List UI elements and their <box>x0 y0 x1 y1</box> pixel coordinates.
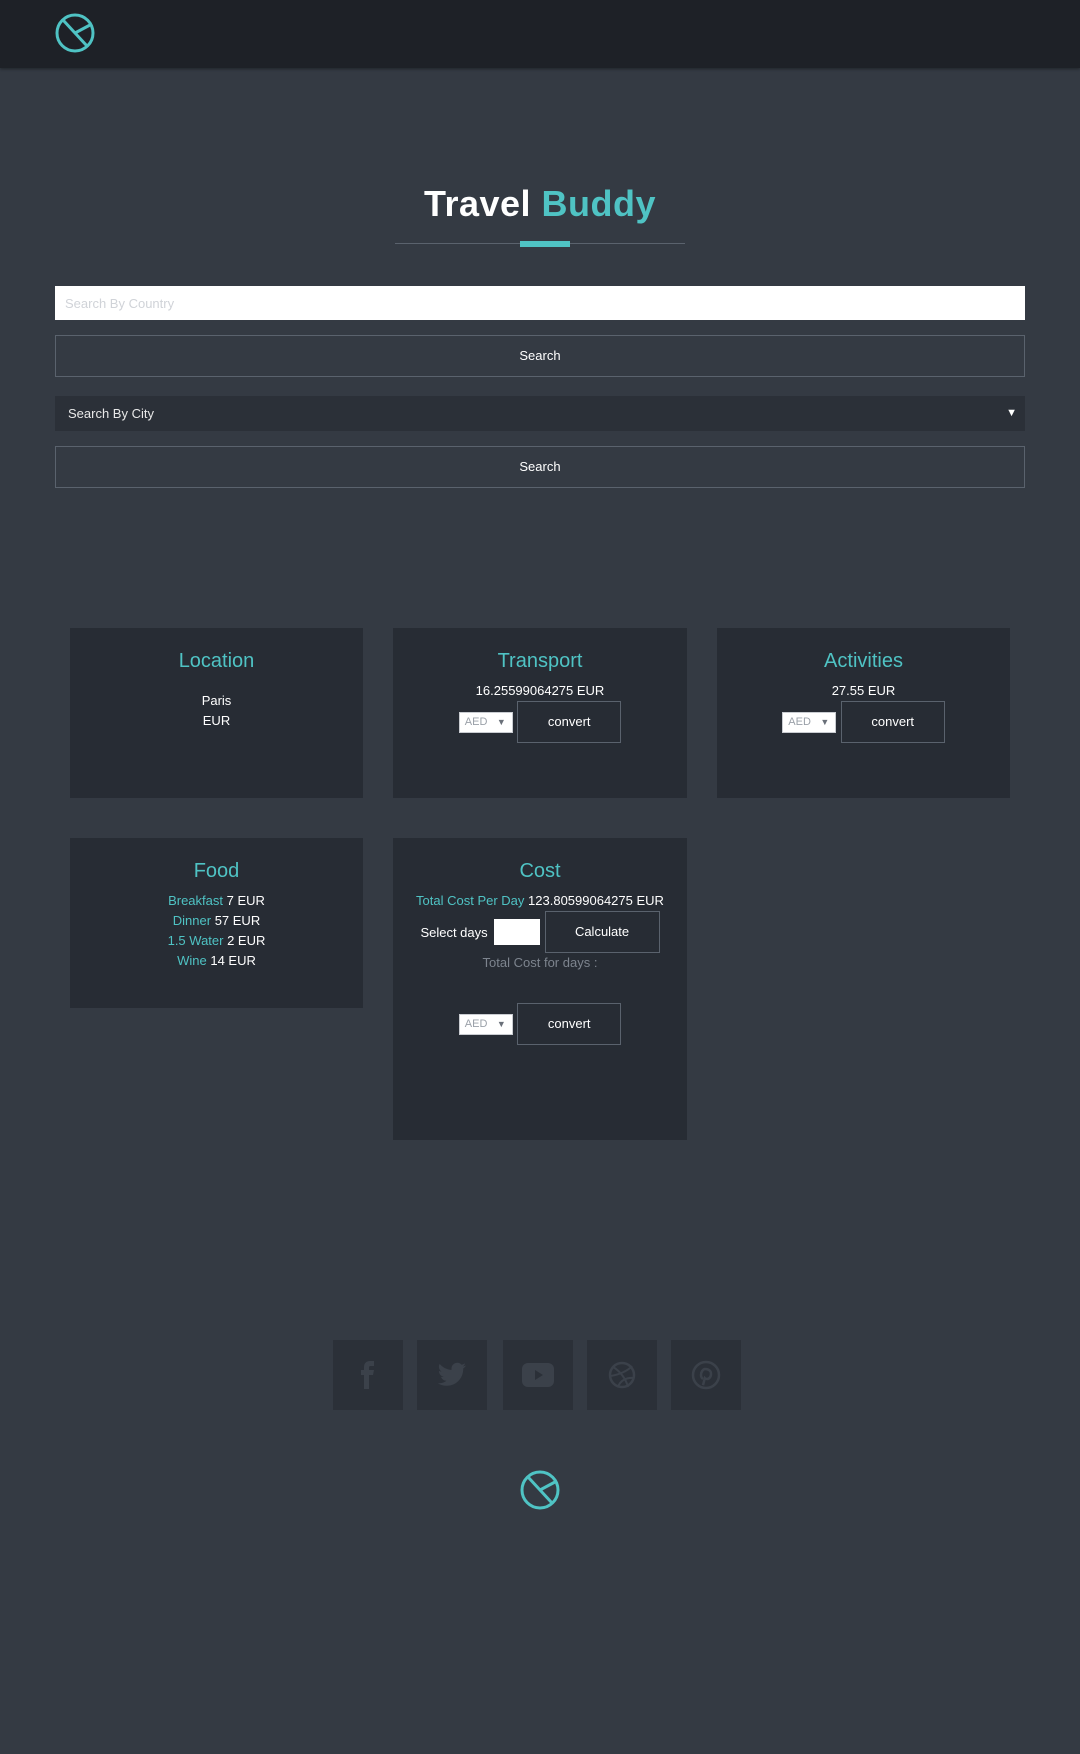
total-cost-days-label: Total Cost for days : <box>482 955 598 970</box>
title-accent-bar <box>520 241 570 247</box>
food-item-value: 57 EUR <box>214 913 261 928</box>
city-select-value: Search By City <box>68 406 154 421</box>
food-item-name: Wine <box>177 953 207 968</box>
transport-convert-button[interactable]: convert <box>517 701 622 743</box>
title-main: Travel <box>423 183 532 224</box>
food-item-name: Breakfast <box>168 893 223 908</box>
cost-card: Cost Total Cost Per Day 123.80599064275 … <box>393 838 687 1140</box>
location-currency: EUR <box>202 713 231 728</box>
days-input[interactable] <box>494 919 541 945</box>
circle-slash-logo-icon[interactable] <box>519 1469 561 1511</box>
food-card-title: Food <box>193 860 240 882</box>
cost-per-day-value: 123.80599064275 <box>528 893 633 908</box>
calculate-button[interactable]: Calculate <box>544 911 660 953</box>
activities-amount: 27.55 EUR <box>831 683 896 698</box>
dribbble-link[interactable] <box>587 1340 657 1410</box>
food-item: Wine 14 EUR <box>70 951 363 971</box>
twitter-icon <box>437 1362 467 1386</box>
cost-convert-button[interactable]: convert <box>517 1003 622 1045</box>
food-item-name: 1.5 Water <box>167 933 224 948</box>
country-search-input[interactable] <box>55 286 1025 320</box>
youtube-icon <box>522 1363 554 1387</box>
cost-card-title: Cost <box>519 860 561 882</box>
pinterest-icon <box>691 1360 721 1390</box>
caret-down-icon: ▼ <box>820 716 830 727</box>
cost-per-day-label: Total Cost Per Day <box>416 893 525 908</box>
location-card-title: Location <box>178 650 255 672</box>
twitter-link[interactable] <box>417 1340 487 1410</box>
food-item: 1.5 Water 2 EUR <box>70 931 363 951</box>
food-item: Dinner 57 EUR <box>70 911 363 931</box>
select-days-label: Select days <box>420 924 488 940</box>
food-card: Food Breakfast 7 EUR Dinner 57 EUR 1.5 W… <box>70 838 363 1008</box>
activities-card-title: Activities <box>824 650 903 672</box>
transport-card-title: Transport <box>497 650 583 672</box>
city-search-button[interactable]: Search <box>55 446 1025 488</box>
cost-currency-select[interactable]: AED ▼ <box>458 1013 513 1035</box>
page-title: Travel Buddy <box>0 183 1080 225</box>
food-item-value: 2 EUR <box>227 933 266 948</box>
food-item: Breakfast 7 EUR <box>70 891 363 911</box>
food-item-value: 7 EUR <box>226 893 265 908</box>
cost-per-day: Total Cost Per Day 123.80599064275 EUR <box>393 891 687 911</box>
transport-currency-value: AED <box>464 715 488 728</box>
activities-card: Activities 27.55 EUR AED ▼ convert <box>717 628 1010 798</box>
location-city: Paris <box>201 693 232 708</box>
title-accent: Buddy <box>541 183 657 224</box>
caret-down-icon: ▼ <box>496 716 506 727</box>
activities-convert-button[interactable]: convert <box>840 701 945 743</box>
facebook-icon <box>361 1361 374 1389</box>
cost-currency-value: AED <box>464 1017 488 1030</box>
youtube-link[interactable] <box>503 1340 573 1410</box>
dribbble-icon <box>608 1361 636 1389</box>
circle-slash-logo-icon[interactable] <box>54 12 96 54</box>
food-item-name: Dinner <box>172 913 212 928</box>
city-select[interactable]: Search By City ▼ <box>55 396 1025 431</box>
food-item-value: 14 EUR <box>210 953 256 968</box>
location-card: Location Paris EUR <box>70 628 363 798</box>
country-search-button[interactable]: Search <box>55 335 1025 377</box>
cost-per-day-currency: EUR <box>636 893 664 908</box>
caret-down-icon: ▼ <box>496 1018 506 1029</box>
caret-down-icon: ▼ <box>1006 407 1017 419</box>
pinterest-link[interactable] <box>671 1340 741 1410</box>
top-navbar <box>0 0 1080 68</box>
activities-currency-value: AED <box>788 715 811 728</box>
transport-card: Transport 16.25599064275 EUR AED ▼ conve… <box>393 628 687 798</box>
facebook-link[interactable] <box>333 1340 403 1410</box>
transport-amount: 16.25599064275 EUR <box>475 683 605 698</box>
activities-currency-select[interactable]: AED ▼ <box>782 711 837 733</box>
transport-currency-select[interactable]: AED ▼ <box>458 711 513 733</box>
